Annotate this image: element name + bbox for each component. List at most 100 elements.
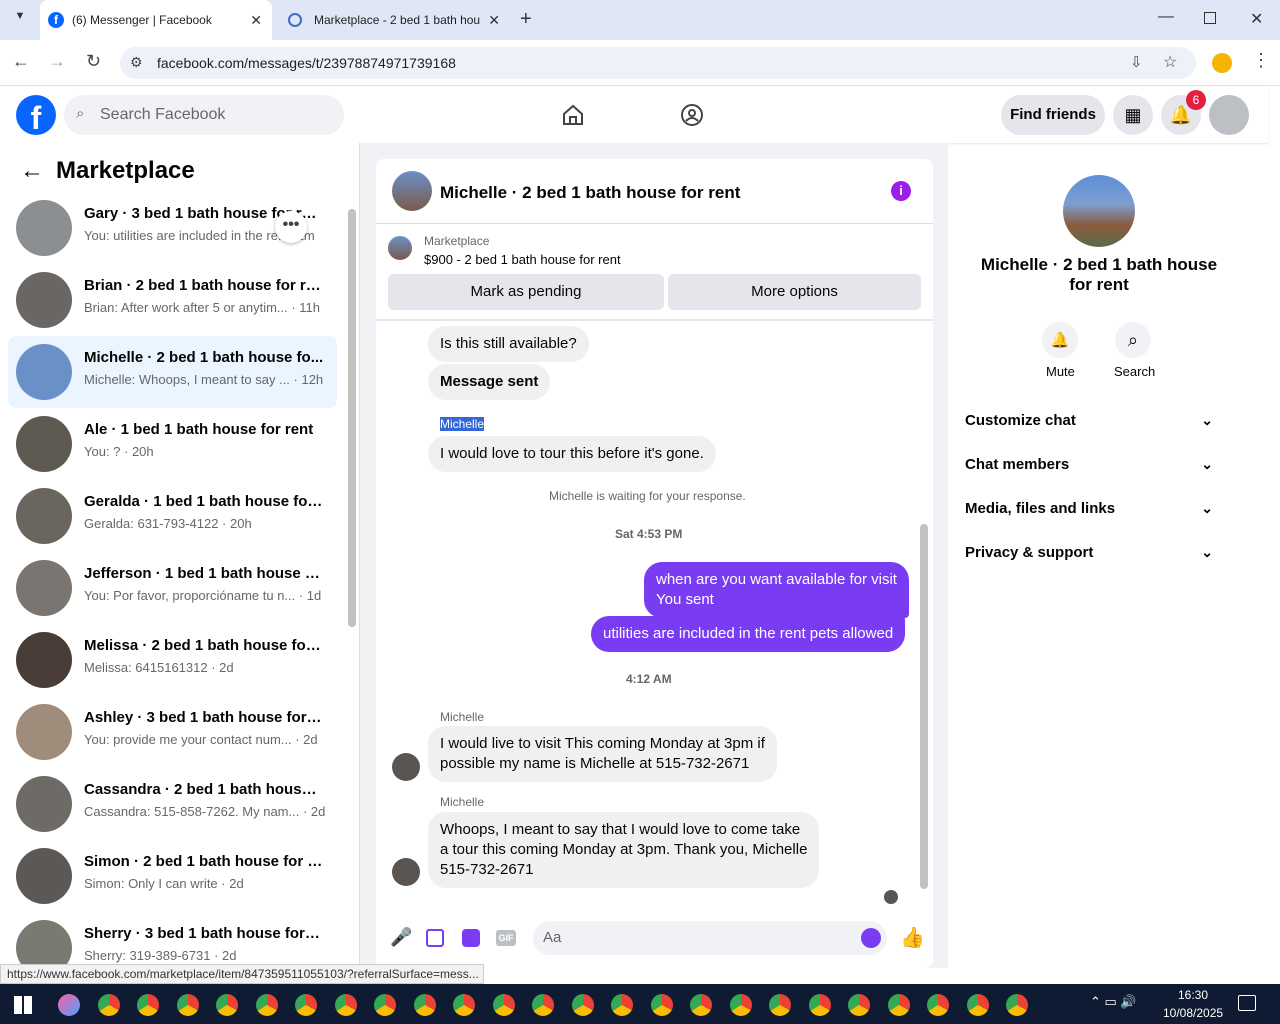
search-input[interactable]: ⌕ Search Facebook [64, 95, 344, 135]
taskbar-app-icon[interactable] [808, 994, 831, 1016]
taskbar-app-icon[interactable] [532, 994, 554, 1016]
taskbar-app-icon[interactable] [492, 994, 515, 1016]
tab-messenger[interactable]: f (6) Messenger | Facebook ✕ [40, 0, 272, 40]
chat-members-item[interactable]: Chat members ⌄ [965, 456, 1233, 473]
conversation-item[interactable]: Brian · 2 bed 1 bath house for rent Brian… [8, 264, 337, 336]
conversation-item[interactable]: Cassandra · 2 bed 1 bath house f... Cassa… [8, 768, 337, 840]
clock-time[interactable]: 16:30 [1178, 988, 1208, 1002]
conversation-item[interactable]: Michelle · 2 bed 1 bath house fo... Miche… [8, 336, 337, 408]
menu-grid-icon[interactable]: ▦ [1113, 95, 1153, 135]
bookmark-star-icon[interactable]: ☆ [1163, 52, 1177, 72]
photo-icon[interactable] [426, 929, 444, 947]
chat-scrollbar[interactable] [920, 524, 928, 889]
extension-icon[interactable] [1212, 53, 1232, 73]
taskbar-app-icon[interactable] [927, 994, 949, 1016]
customize-chat-item[interactable]: Customize chat ⌄ [965, 412, 1233, 429]
back-arrow-icon[interactable]: ← [20, 157, 44, 185]
taskbar-app-icon[interactable] [650, 994, 673, 1016]
thumbs-up-icon[interactable]: 👍 [900, 925, 925, 950]
more-options-button[interactable]: More options [668, 274, 921, 310]
media-files-item[interactable]: Media, files and links ⌄ [965, 500, 1233, 517]
profile-avatar[interactable] [1209, 95, 1249, 135]
close-window-icon[interactable]: ✕ [1250, 9, 1263, 29]
taskbar-app-icon[interactable] [729, 994, 752, 1016]
home-icon[interactable] [561, 103, 585, 127]
close-tab-icon[interactable]: ✕ [488, 12, 500, 29]
taskbar-app-icon[interactable] [216, 994, 238, 1016]
new-tab-icon[interactable]: + [520, 8, 532, 31]
more-options-icon[interactable]: ••• [275, 211, 307, 243]
tab-search-chevron-icon[interactable]: ▼ [8, 10, 32, 30]
address-bar[interactable]: ⚙ facebook.com/messages/t/23978874971739… [120, 47, 1196, 79]
tab-label: Marketplace - 2 bed 1 bath hou [314, 13, 481, 27]
tab-marketplace[interactable]: Marketplace - 2 bed 1 bath hou ✕ [280, 0, 510, 40]
taskbar-app-icon[interactable] [571, 994, 594, 1016]
taskbar-app-icon[interactable] [453, 994, 475, 1016]
message-bubble[interactable]: Is this still available? [428, 326, 589, 362]
minimize-icon[interactable]: — [1158, 8, 1174, 26]
message-bubble[interactable]: Whoops, I meant to say that I would love… [428, 812, 820, 888]
taskbar-app-icon[interactable] [176, 994, 199, 1016]
maximize-icon[interactable] [1204, 12, 1216, 24]
message-input[interactable]: Aa [533, 921, 887, 955]
sticker-icon[interactable] [462, 929, 480, 947]
outgoing-bubble[interactable]: utilities are included in the rent pets … [591, 616, 906, 652]
conversation-item[interactable]: Melissa · 2 bed 1 bath house for ... Meli… [8, 624, 337, 696]
taskbar-app-icon[interactable] [848, 994, 870, 1016]
message-bubble[interactable]: Message sent [428, 364, 551, 400]
conversation-item[interactable]: Geralda · 1 bed 1 bath house for ... Gera… [8, 480, 337, 552]
taskbar-app-icon[interactable] [413, 994, 436, 1016]
privacy-support-item[interactable]: Privacy & support ⌄ [965, 544, 1233, 561]
taskbar-app-icon[interactable] [295, 994, 317, 1016]
conversation-preview: You: ? · 20h [84, 444, 154, 459]
find-friends-button[interactable]: Find friends [1001, 95, 1105, 135]
conversation-item[interactable]: Ashley · 3 bed 1 bath house for r... You:… [8, 696, 337, 768]
windows-start-icon[interactable] [14, 996, 32, 1014]
listing-title[interactable]: $900 - 2 bed 1 bath house for rent [424, 252, 621, 267]
info-icon[interactable]: i [891, 181, 911, 201]
message-bubble[interactable]: I would love to tour this before it's go… [428, 436, 716, 472]
outgoing-bubble[interactable]: when are you want available for visit Yo… [644, 562, 909, 618]
listing-thumb[interactable] [388, 236, 412, 260]
menu-dots-icon[interactable]: ⋮ [1252, 50, 1270, 71]
message-bubble[interactable]: I would live to visit This coming Monday… [428, 726, 777, 782]
tray-icons[interactable]: ⌃ ▭ 🔊 [1090, 994, 1137, 1010]
taskbar-app-icon[interactable] [58, 994, 80, 1016]
conversation-item[interactable]: Jefferson · 1 bed 1 bath house fo... You:… [8, 552, 337, 624]
facebook-logo-icon[interactable]: f [16, 95, 56, 136]
taskbar-app-icon[interactable] [374, 994, 396, 1016]
taskbar-app-icon[interactable] [97, 994, 120, 1016]
back-icon[interactable]: ← [12, 51, 30, 72]
mute-bell-icon[interactable]: 🔔 [1042, 322, 1078, 358]
mark-pending-button[interactable]: Mark as pending [388, 274, 664, 310]
taskbar-app-icon[interactable] [611, 994, 633, 1016]
notification-center-icon[interactable] [1238, 995, 1256, 1011]
forward-icon[interactable]: → [48, 51, 66, 72]
taskbar-app-icon[interactable] [255, 994, 278, 1016]
taskbar-app-icon[interactable] [769, 994, 791, 1016]
taskbar-app-icon[interactable] [887, 994, 910, 1016]
gif-icon[interactable]: GIF [496, 930, 516, 946]
groups-icon[interactable] [680, 103, 704, 127]
site-info-icon[interactable]: ⚙ [130, 54, 143, 71]
reload-icon[interactable]: ↻ [86, 51, 101, 72]
list-scrollbar[interactable] [348, 209, 356, 627]
install-app-icon[interactable]: ⇩ [1130, 53, 1143, 71]
taskbar-app-icon[interactable] [334, 994, 357, 1016]
close-tab-icon[interactable]: ✕ [250, 12, 262, 29]
profile-photo[interactable] [1063, 175, 1135, 247]
conversation-item[interactable]: Ale · 1 bed 1 bath house for rent You: ? … [8, 408, 337, 480]
taskbar-app-icon[interactable] [137, 994, 159, 1016]
emoji-icon[interactable] [861, 928, 881, 948]
conversation-item[interactable]: Simon · 2 bed 1 bath house for r... Simon… [8, 840, 337, 912]
conversation-preview: Sherry: 319-389-6731 · 2d [84, 948, 237, 963]
chat-title[interactable]: Michelle · 2 bed 1 bath house for rent [440, 183, 740, 203]
clock-date[interactable]: 10/08/2025 [1163, 1006, 1223, 1020]
taskbar-app-icon[interactable] [690, 994, 712, 1016]
chat-avatar[interactable] [392, 171, 432, 211]
microphone-icon[interactable]: 🎤 [390, 927, 412, 948]
search-icon[interactable]: ⌕ [1115, 322, 1151, 358]
taskbar-app-icon[interactable] [966, 994, 989, 1016]
taskbar-app-icon[interactable] [1006, 994, 1028, 1016]
conversation-item[interactable]: Sherry · 3 bed 1 bath house for r... Sher… [8, 912, 337, 968]
